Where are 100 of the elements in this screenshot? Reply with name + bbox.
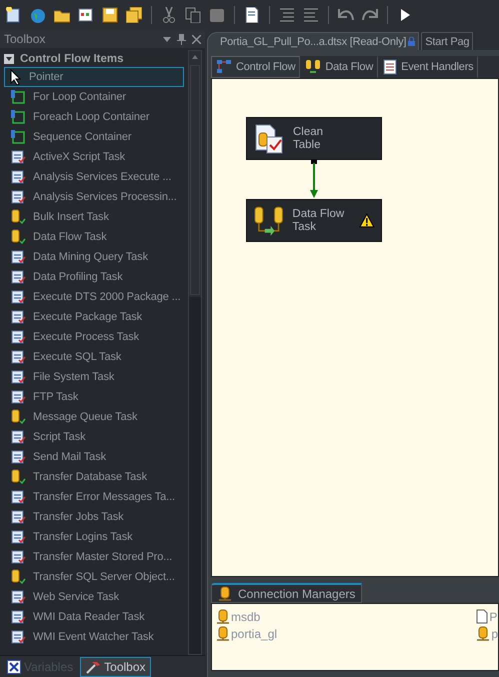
data-flow-icon — [253, 204, 284, 236]
toolbox-item[interactable]: Transfer Error Messages Ta... — [4, 487, 184, 507]
toolbox-item[interactable]: Bulk Insert Task — [4, 207, 184, 227]
database-icon — [10, 469, 26, 485]
connection-icon — [476, 626, 490, 642]
variable-icon — [7, 660, 21, 674]
toolbox-item[interactable]: File System Task — [4, 367, 184, 387]
task-icon — [10, 589, 26, 605]
toolbox-item[interactable]: Analysis Services Processin... — [4, 187, 184, 207]
toolbox-item[interactable]: Data Mining Query Task — [4, 247, 184, 267]
connection-managers-tab[interactable]: Connection Managers — [211, 583, 362, 603]
precedence-arrow[interactable] — [310, 160, 318, 199]
task-node[interactable]: Data Flow Task — [246, 199, 382, 242]
document-tab[interactable]: Start Pag — [421, 32, 474, 50]
task-icon — [10, 489, 26, 505]
task-icon — [10, 609, 26, 625]
task-icon — [10, 529, 26, 545]
connection-item[interactable]: msdb — [216, 608, 476, 625]
toolbox-item[interactable]: Transfer Master Stored Pro... — [4, 547, 184, 567]
pin-icon[interactable] — [177, 34, 186, 44]
collapse-icon[interactable] — [4, 54, 14, 64]
task-icon — [10, 309, 26, 325]
database-icon — [10, 409, 26, 425]
task-icon — [10, 289, 26, 305]
task-icon — [10, 369, 26, 385]
toolbox-item[interactable]: Sequence Container — [4, 127, 184, 147]
designer-tab[interactable]: Control Flow — [211, 56, 300, 78]
task-icon — [10, 629, 26, 645]
toolbox-item[interactable]: Data Flow Task — [4, 227, 184, 247]
toolbox-item[interactable]: Script Task — [4, 427, 184, 447]
dropdown-icon[interactable] — [163, 36, 171, 42]
toolbox-item[interactable]: ActiveX Script Task — [4, 147, 184, 167]
cut-icon — [161, 7, 177, 23]
toolbox-item[interactable]: WMI Event Watcher Task — [4, 627, 184, 647]
document-tab[interactable]: Portia_GL_Pull_Po...a.dtsx [Read-Only] — [207, 32, 420, 50]
toolbox-item[interactable]: Execute Process Task — [4, 327, 184, 347]
toolbox-item[interactable]: Execute Package Task — [4, 307, 184, 327]
panel-tab[interactable]: Toolbox — [80, 657, 151, 677]
task-icon — [10, 329, 26, 345]
toolbox-item[interactable]: Transfer Database Task — [4, 467, 184, 487]
toolbox-item[interactable]: Message Queue Task — [4, 407, 184, 427]
toolbox-item[interactable]: Send Mail Task — [4, 447, 184, 467]
container-icon — [10, 89, 26, 105]
task-icon — [10, 349, 26, 365]
connection-icon — [218, 586, 232, 602]
save-icon — [102, 7, 118, 23]
toolbox-item[interactable]: Transfer SQL Server Object... — [4, 567, 184, 587]
toolbox-item[interactable]: Data Profiling Task — [4, 267, 184, 287]
save-all-icon — [126, 7, 142, 23]
toolbox-item[interactable]: Foreach Loop Container — [4, 107, 184, 127]
connection-item[interactable]: p — [476, 625, 498, 642]
undo-icon — [338, 7, 354, 23]
toolbox-item[interactable]: For Loop Container — [4, 87, 184, 107]
lock-icon — [408, 37, 416, 46]
task-node[interactable]: Clean Table — [246, 117, 382, 160]
group-header: Control Flow Items — [20, 52, 124, 64]
toolbox-item[interactable]: WMI Data Reader Task — [4, 607, 184, 627]
connection-icon — [216, 608, 230, 624]
scrollbar[interactable] — [188, 50, 202, 655]
new-project-icon — [6, 7, 22, 23]
task-icon — [10, 429, 26, 445]
task-icon — [10, 249, 26, 265]
list-icon — [383, 59, 398, 75]
toolbox-item[interactable]: Execute DTS 2000 Package ... — [4, 287, 184, 307]
copy-button[interactable] — [183, 5, 203, 25]
connection-item[interactable]: P — [476, 608, 498, 625]
task-icon — [10, 149, 26, 165]
cursor-icon — [10, 69, 22, 85]
document-icon — [476, 609, 488, 624]
task-icon — [10, 269, 26, 285]
indent-icon — [279, 7, 295, 23]
connection-item[interactable]: portia_gl — [216, 625, 476, 642]
task-icon — [10, 509, 26, 525]
task-icon — [10, 169, 26, 185]
toolbox-item[interactable]: FTP Task — [4, 387, 184, 407]
globe-icon — [30, 7, 46, 23]
toolbox-item[interactable]: Pointer — [4, 67, 184, 87]
panel-title: Toolbox — [4, 32, 46, 46]
container-icon — [10, 129, 26, 145]
toolbox-item[interactable]: Web Service Task — [4, 587, 184, 607]
outdent-icon — [303, 7, 319, 23]
database-icon — [10, 569, 26, 585]
database-icon — [10, 209, 26, 225]
toolbox-item[interactable]: Transfer Logins Task — [4, 527, 184, 547]
document-icon — [244, 7, 260, 23]
window-icon — [78, 7, 94, 23]
toolbox-item[interactable]: Transfer Jobs Task — [4, 507, 184, 527]
save-button[interactable] — [100, 5, 120, 25]
close-icon[interactable] — [192, 34, 201, 44]
copy-icon — [185, 7, 201, 23]
task-icon — [10, 449, 26, 465]
toolbox-item[interactable]: Analysis Services Execute ... — [4, 167, 184, 187]
toolbox-item[interactable]: Execute SQL Task — [4, 347, 184, 367]
database-icon — [10, 229, 26, 245]
data-flow-icon — [305, 59, 322, 75]
task-icon — [10, 549, 26, 565]
save-all-button[interactable] — [124, 5, 144, 25]
flow-icon — [216, 59, 232, 75]
task-icon — [10, 389, 26, 405]
redo-icon — [362, 7, 378, 23]
